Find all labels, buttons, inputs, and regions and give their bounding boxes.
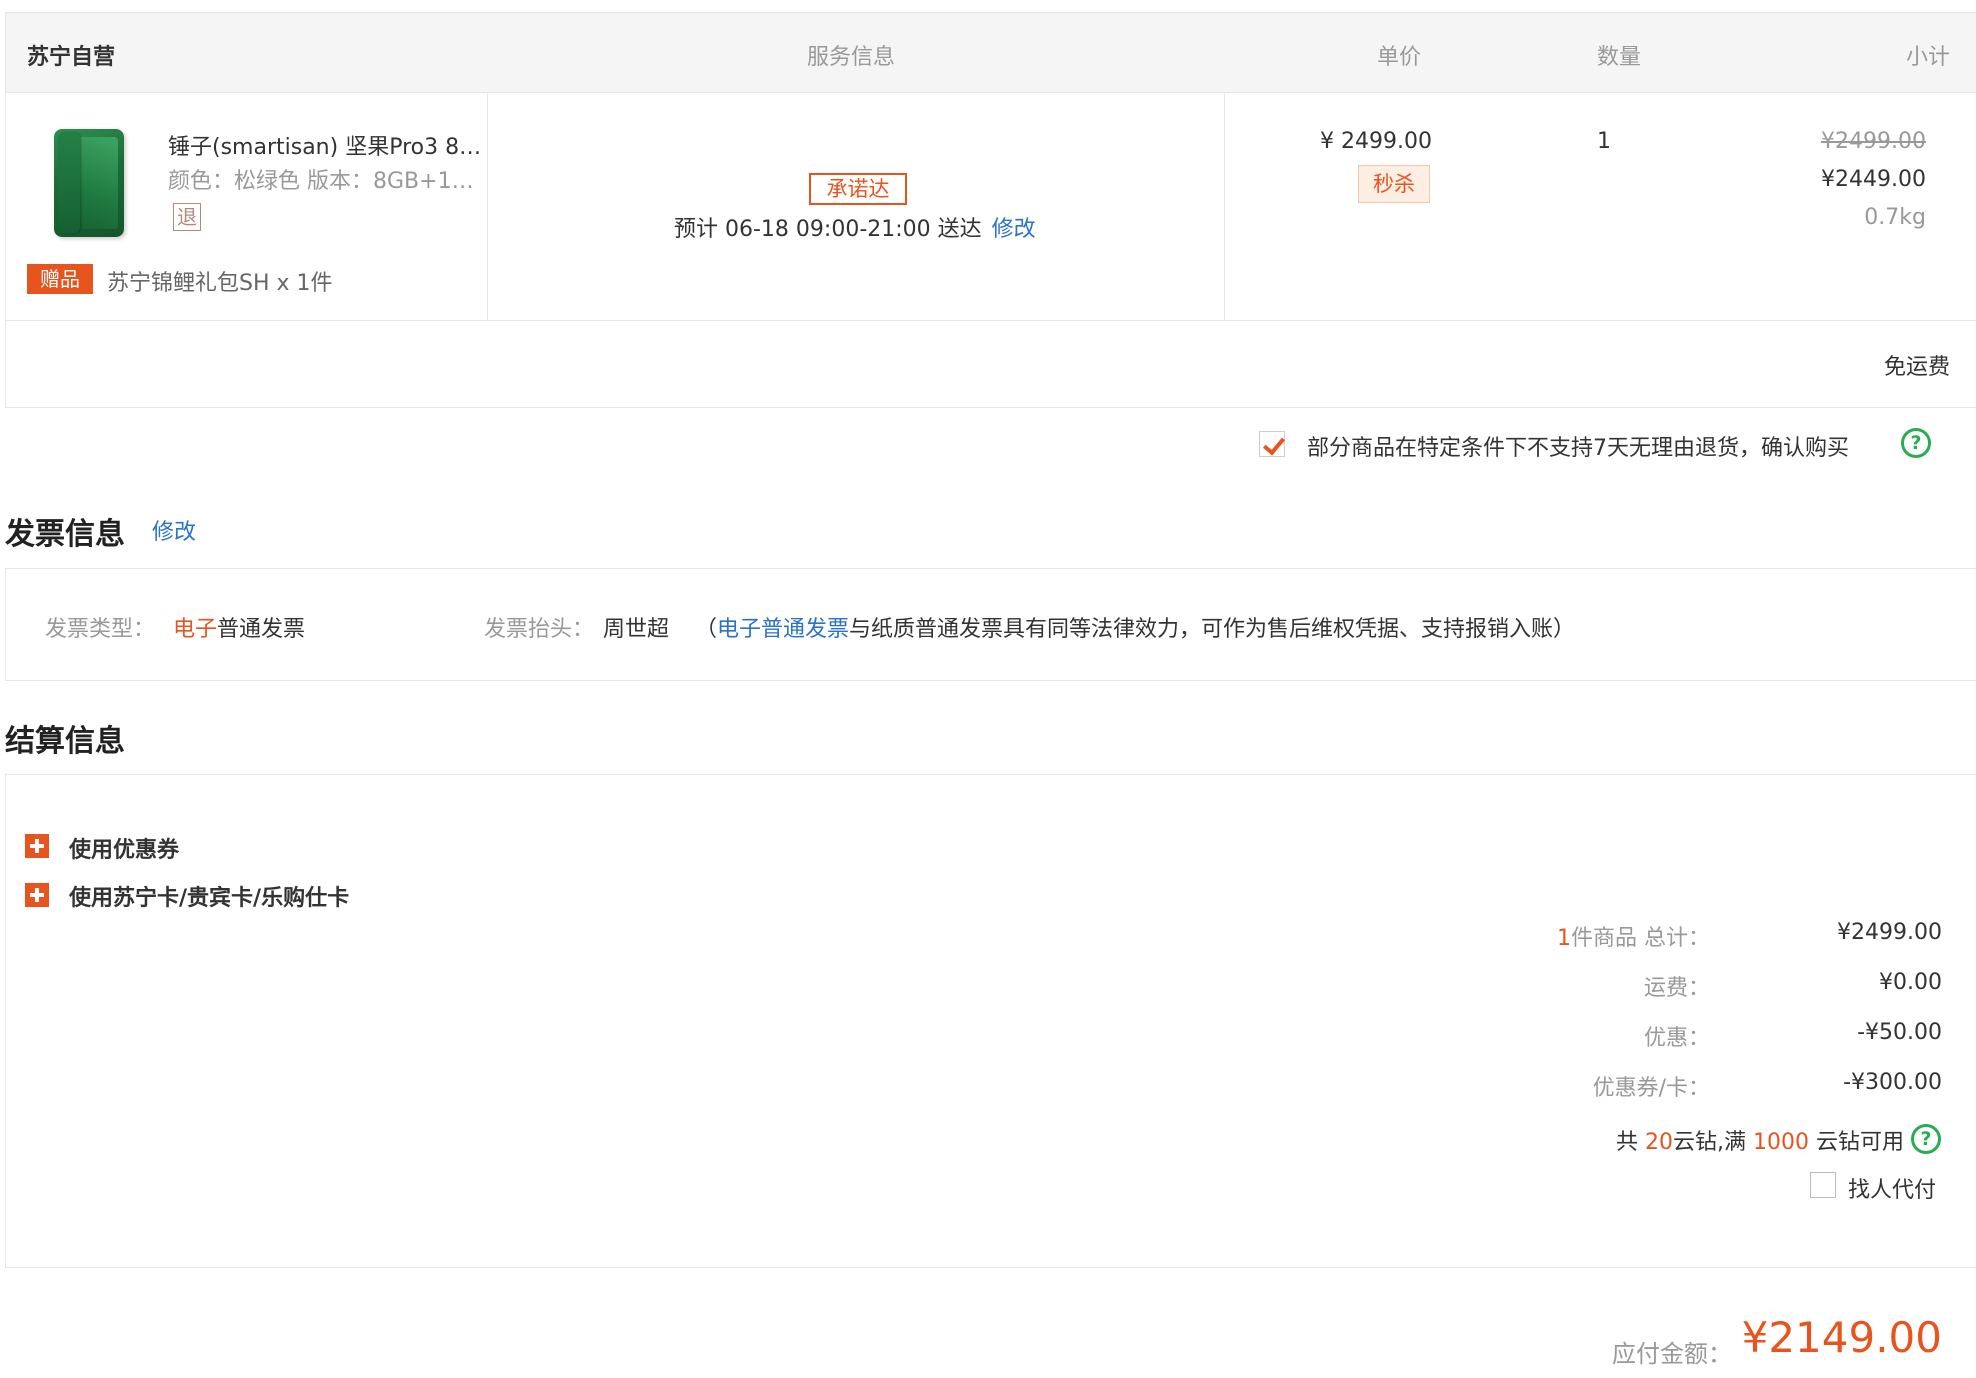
cloud-diamond-info: 共 20云钻,满 1000 云钻可用 [1616,1124,1904,1156]
expand-plus-icon[interactable] [25,834,49,858]
payable-amount: ¥2149.00 [1741,1313,1942,1362]
store-name: 苏宁自营 [27,45,116,70]
summary-count-label: 件商品 总计： [1571,926,1710,951]
expand-plus-icon[interactable] [25,883,49,907]
item-weight: 0.7kg [1864,205,1926,230]
summary-item-count: 1 [1557,926,1571,951]
flash-sale-badge: 秒杀 [1358,165,1430,203]
invoice-type-highlight: 电子 [173,617,218,642]
delivery-text: 预计 06-18 09:00-21:00 送达 [674,217,982,242]
column-service: 服务信息 [807,45,896,70]
summary-shipping-value: ¥0.00 [1879,970,1942,995]
summary-discount-label: 优惠： [1643,1026,1710,1051]
coin-amount: 20 [1645,1130,1673,1155]
invoice-section-title: 发票信息 [5,517,125,552]
invoice-note-open: （ [695,617,718,642]
proxy-pay-label[interactable]: 找人代付 [1848,1172,1936,1204]
summary-shipping-label: 运费： [1643,976,1710,1001]
help-icon[interactable]: ? [1911,1124,1941,1154]
summary-coupon-label: 优惠券/卡： [1592,1076,1710,1101]
product-title-link[interactable]: 锤子(smartisan) 坚果Pro3 8GB+128GB 松绿色 [168,129,493,161]
use-coupon-option[interactable]: 使用优惠券 [69,832,179,864]
checkout-page: 苏宁自营 服务信息 单价 数量 小计 锤子(smartisan) 坚果Pro3 … [0,0,1976,1378]
column-subtotal: 小计 [1905,45,1950,70]
invoice-header-value: 周世超 [603,617,670,642]
confirm-return-policy-checkbox[interactable] [1259,431,1285,457]
confirm-return-policy-text: 部分商品在特定条件下不支持7天无理由退货，确认购买 [1307,436,1849,461]
order-table: 苏宁自营 服务信息 单价 数量 小计 锤子(smartisan) 坚果Pro3 … [5,12,1976,408]
invoice-type-value: 电子普通发票 [173,611,305,643]
product-image-side [58,133,80,233]
invoice-note-link[interactable]: 电子普通发票 [717,617,849,642]
payable-label: 应付金额： [1612,1340,1732,1368]
unit-price: ¥ 2499.00 [1320,129,1432,154]
summary-total-label: 1件商品 总计： [1557,920,1710,952]
product-spec: 颜色：松绿色 版本：8GB+128GB [168,169,478,194]
help-icon[interactable]: ? [1901,428,1931,458]
subtotal-current: ¥2449.00 [1821,167,1926,192]
gift-text: 苏宁锦鲤礼包SH x 1件 [107,271,333,296]
return-badge: 退 [173,203,201,231]
invoice-note-rest: 与纸质普通发票具有同等法律效力，可作为售后维权凭据、支持报销入账） [849,617,1576,642]
invoice-note: （电子普通发票与纸质普通发票具有同等法律效力，可作为售后维权凭据、支持报销入账） [695,611,1575,643]
quantity-value: 1 [1597,129,1611,154]
coin-suffix: 云钻可用 [1809,1130,1904,1155]
invoice-edit-link[interactable]: 修改 [152,514,196,546]
column-divider [1224,93,1225,321]
subtotal-original: ¥2499.00 [1821,129,1926,154]
order-item-row: 锤子(smartisan) 坚果Pro3 8GB+128GB 松绿色 颜色：松绿… [6,93,1976,321]
settlement-section-title: 结算信息 [5,724,125,759]
summary-coupon-value: -¥300.00 [1843,1070,1942,1095]
proxy-pay-checkbox[interactable] [1810,1172,1836,1198]
gift-tag: 赠品 [27,264,93,294]
delivery-estimate: 预计 06-18 09:00-21:00 送达 修改 [674,211,1036,243]
column-divider [487,93,488,321]
summary-discount-value: -¥50.00 [1857,1020,1942,1045]
coin-middle: 云钻,满 [1673,1130,1753,1155]
column-quantity: 数量 [1597,45,1642,70]
shipping-note: 免运费 [1883,355,1950,380]
use-card-option[interactable]: 使用苏宁卡/贵宾卡/乐购仕卡 [69,880,349,912]
order-table-header: 苏宁自营 服务信息 单价 数量 小计 [6,13,1976,93]
delivery-edit-link[interactable]: 修改 [992,217,1036,242]
invoice-header-label: 发票抬头： [484,617,595,642]
coin-prefix: 共 [1616,1130,1645,1155]
invoice-type-rest: 普通发票 [217,617,306,642]
column-unit-price: 单价 [1377,45,1422,70]
service-badge: 承诺达 [809,173,907,205]
summary-total-value: ¥2499.00 [1837,920,1942,945]
coin-threshold: 1000 [1753,1130,1809,1155]
invoice-box: 发票类型： 电子普通发票 发票抬头： 周世超 （电子普通发票与纸质普通发票具有同… [5,568,1976,681]
invoice-type-label: 发票类型： [45,617,156,642]
